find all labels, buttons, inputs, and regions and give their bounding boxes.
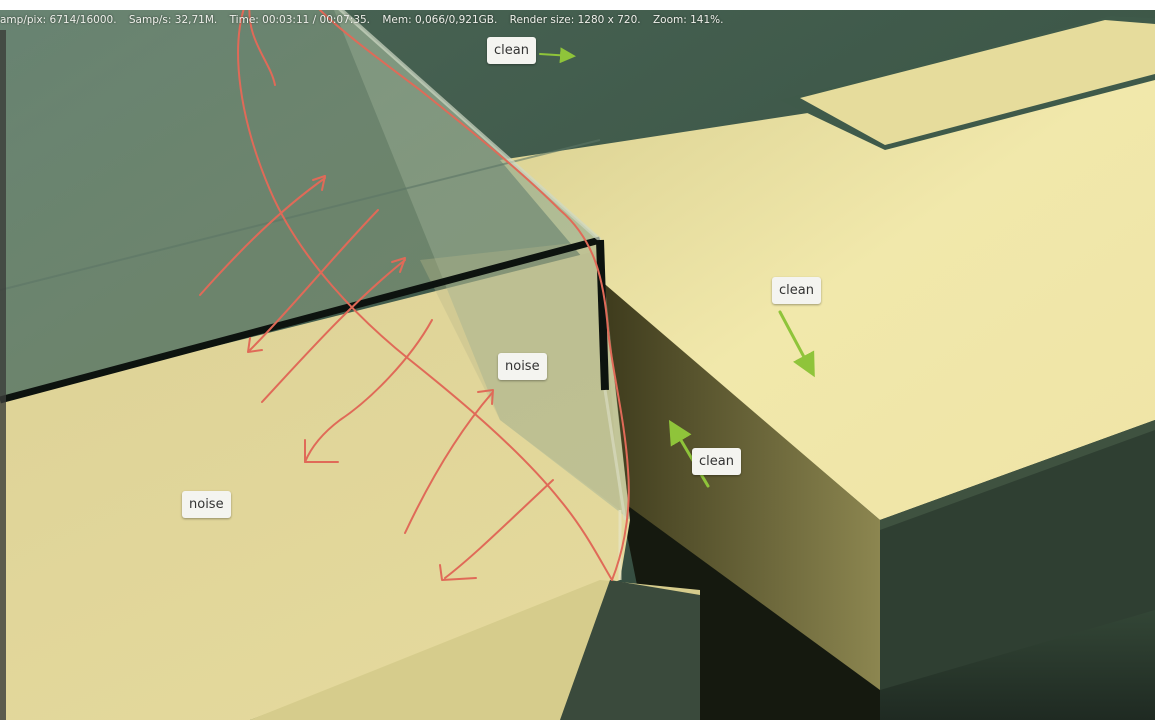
memory-readout: Mem: 0,066/0,921GB. bbox=[382, 14, 498, 26]
annotation-label-noise: noise bbox=[498, 353, 547, 380]
annotation-label-clean: clean bbox=[692, 448, 741, 475]
render-status-bar: amp/pix: 6714/16000. Samp/s: 32,71M. Tim… bbox=[0, 10, 1155, 30]
render-viewport[interactable]: amp/pix: 6714/16000. Samp/s: 32,71M. Tim… bbox=[0, 0, 1155, 720]
annotation-label-clean: clean bbox=[487, 37, 536, 64]
samples-rate-readout: Samp/s: 32,71M. bbox=[128, 14, 218, 26]
window-top-strip bbox=[0, 0, 1155, 10]
zoom-readout: Zoom: 141%. bbox=[652, 14, 724, 26]
annotation-label-noise: noise bbox=[182, 491, 231, 518]
time-readout: Time: 00:03:11 / 00:07:35. bbox=[229, 14, 371, 26]
annotation-label-clean: clean bbox=[772, 277, 821, 304]
render-image bbox=[0, 0, 1155, 720]
render-size-readout: Render size: 1280 x 720. bbox=[509, 14, 641, 26]
samples-readout: amp/pix: 6714/16000. bbox=[0, 14, 117, 26]
